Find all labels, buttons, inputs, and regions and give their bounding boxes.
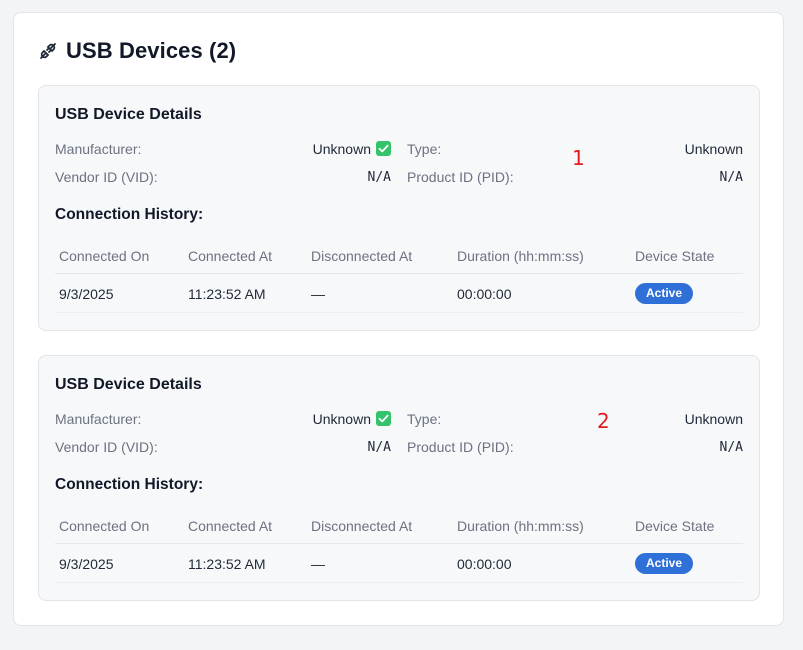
header-connected-at: Connected At	[188, 518, 273, 534]
connection-history-table: Connected On Connected At Disconnected A…	[55, 506, 743, 583]
type-label: Type:	[407, 411, 442, 427]
annotation-marker: 1	[572, 146, 585, 170]
table-header-row: Connected On Connected At Disconnected A…	[55, 236, 743, 274]
header-duration: Duration (hh:mm:ss)	[457, 248, 584, 264]
device-card: USB Device Details Manufacturer: Unknown…	[38, 85, 760, 331]
device-card: USB Device Details Manufacturer: Unknown…	[38, 355, 760, 601]
cell-connected-on: 9/3/2025	[59, 556, 114, 572]
vendor-id-label: Vendor ID (VID):	[55, 439, 158, 455]
manufacturer-label: Manufacturer:	[55, 141, 142, 157]
usb-devices-panel: USB Devices (2) USB Device Details Manuf…	[13, 12, 784, 626]
cell-connected-on: 9/3/2025	[59, 286, 114, 302]
vendor-id-value: N/A	[367, 440, 391, 455]
type-value: Unknown	[684, 411, 743, 427]
header-connected-on: Connected On	[59, 248, 150, 264]
connection-history-title: Connection History:	[55, 476, 204, 493]
check-icon	[376, 411, 391, 426]
connection-history-title: Connection History:	[55, 206, 204, 223]
panel-header: USB Devices (2)	[39, 37, 236, 65]
manufacturer-label: Manufacturer:	[55, 411, 142, 427]
cell-disconnected-at: —	[311, 556, 325, 572]
vendor-id-label: Vendor ID (VID):	[55, 169, 158, 185]
plug-icon	[39, 42, 57, 60]
header-connected-on: Connected On	[59, 518, 150, 534]
annotation-marker: 2	[597, 409, 610, 433]
connection-history-table: Connected On Connected At Disconnected A…	[55, 236, 743, 313]
cell-connected-at: 11:23:52 AM	[188, 286, 266, 302]
table-header-row: Connected On Connected At Disconnected A…	[55, 506, 743, 544]
device-card-title: USB Device Details	[55, 106, 202, 123]
header-disconnected-at: Disconnected At	[311, 248, 413, 264]
panel-title: USB Devices (2)	[66, 38, 237, 63]
product-id-label: Product ID (PID):	[407, 169, 514, 185]
header-connected-at: Connected At	[188, 248, 273, 264]
table-row: 9/3/2025 11:23:52 AM — 00:00:00 Active	[55, 274, 743, 313]
cell-duration: 00:00:00	[457, 286, 512, 302]
product-id-label: Product ID (PID):	[407, 439, 514, 455]
table-row: 9/3/2025 11:23:52 AM — 00:00:00 Active	[55, 544, 743, 583]
product-id-value: N/A	[719, 440, 743, 455]
header-device-state: Device State	[635, 518, 715, 534]
vendor-id-value: N/A	[367, 170, 391, 185]
manufacturer-value: Unknown	[313, 141, 391, 157]
manufacturer-value: Unknown	[313, 411, 391, 427]
cell-disconnected-at: —	[311, 286, 325, 302]
type-label: Type:	[407, 141, 442, 157]
header-duration: Duration (hh:mm:ss)	[457, 518, 584, 534]
product-id-value: N/A	[719, 170, 743, 185]
cell-connected-at: 11:23:52 AM	[188, 556, 266, 572]
header-disconnected-at: Disconnected At	[311, 518, 413, 534]
header-device-state: Device State	[635, 248, 715, 264]
status-badge: Active	[635, 553, 694, 574]
device-card-title: USB Device Details	[55, 376, 202, 393]
cell-duration: 00:00:00	[457, 556, 512, 572]
status-badge: Active	[635, 283, 694, 304]
type-value: Unknown	[684, 141, 743, 157]
check-icon	[376, 141, 391, 156]
